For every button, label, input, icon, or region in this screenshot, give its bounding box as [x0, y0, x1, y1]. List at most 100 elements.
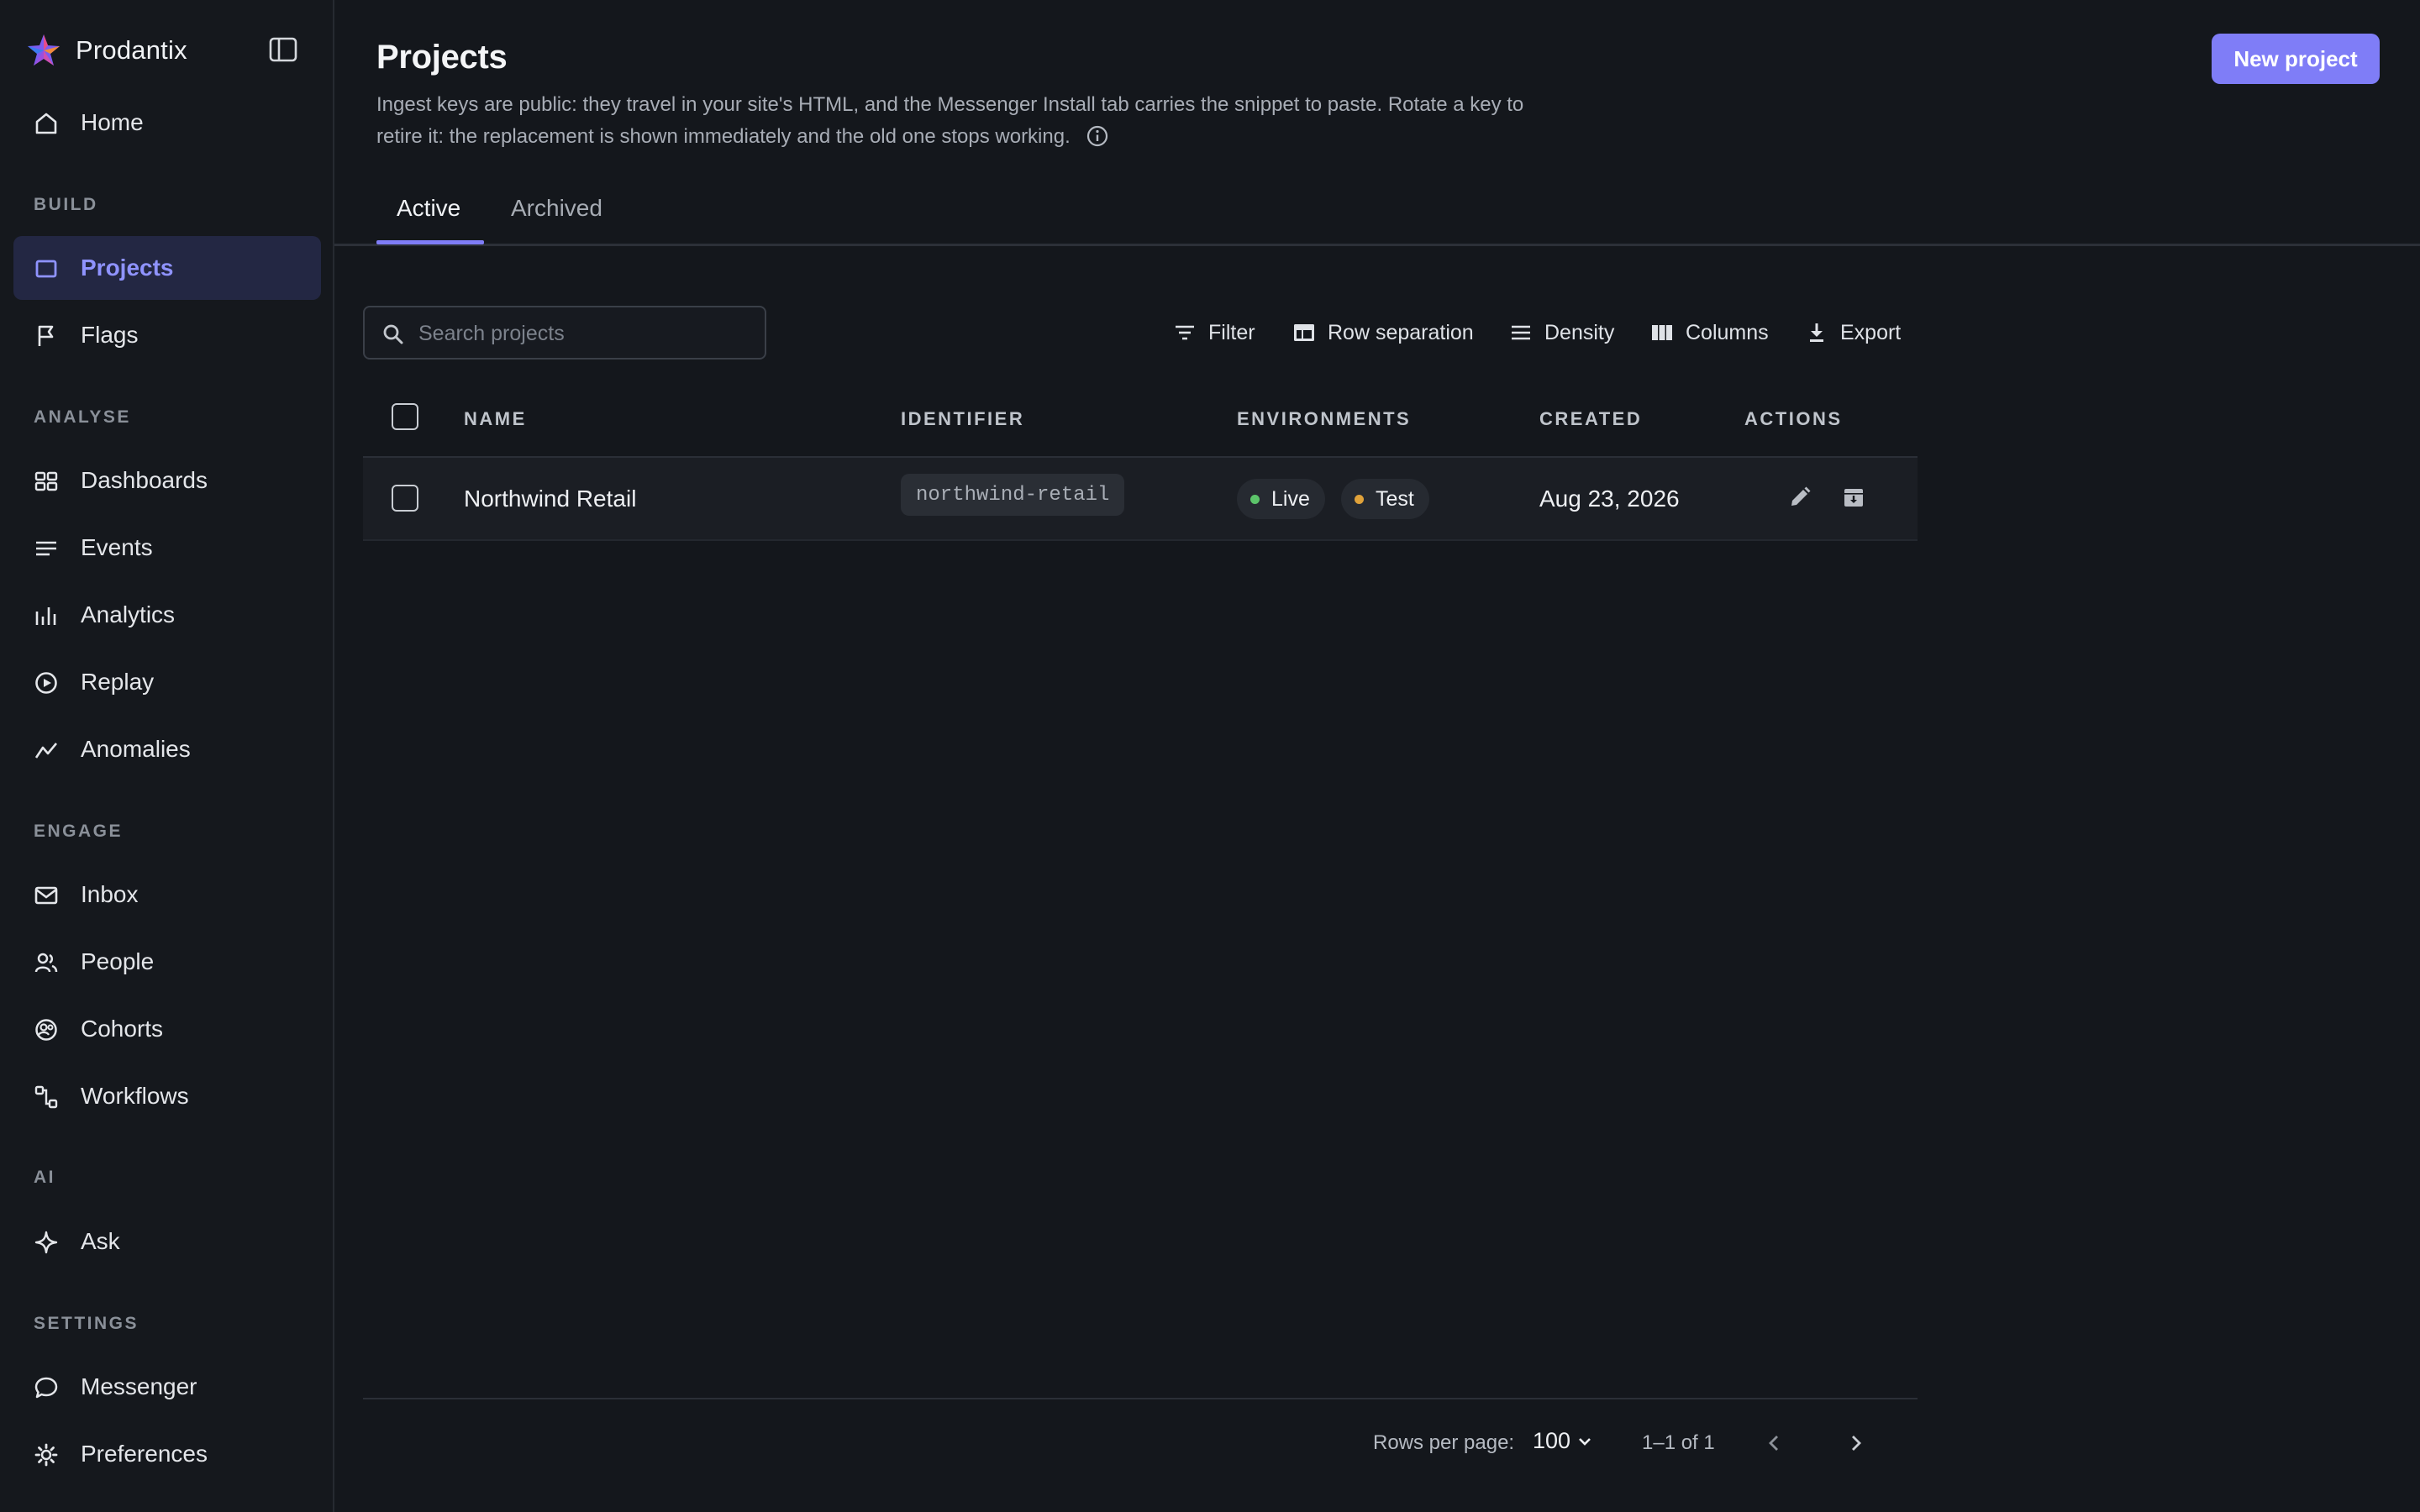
sidebar-item-ask[interactable]: Ask: [13, 1210, 321, 1273]
column-header-environments[interactable]: ENVIRONMENTS: [1237, 408, 1411, 430]
sidebar-item-inbox[interactable]: Inbox: [13, 863, 321, 927]
select-all-checkbox[interactable]: [392, 403, 418, 430]
sidebar-item-projects[interactable]: Projects: [13, 236, 321, 300]
rows-per-page-value: 100: [1533, 1428, 1571, 1453]
tab-archived[interactable]: Archived: [511, 195, 602, 222]
search-icon: [383, 324, 403, 344]
tab-active[interactable]: Active: [397, 195, 460, 222]
column-header-name[interactable]: NAME: [464, 408, 527, 430]
sidebar-item-label: Flags: [81, 322, 139, 348]
sidebar-item-dashboards[interactable]: Dashboards: [13, 449, 321, 512]
page-description: Ingest keys are public: they travel in y…: [376, 89, 1570, 153]
bar-chart-icon: [34, 603, 59, 628]
environment-chip-live: Live: [1237, 479, 1325, 519]
sidebar-item-label: People: [81, 948, 155, 974]
sidebar-item-label: Inbox: [81, 881, 139, 907]
columns-icon: [1652, 325, 1672, 340]
table-row-divider: [363, 539, 1918, 541]
next-page-button[interactable]: [1842, 1430, 1869, 1457]
sidebar-item-messenger[interactable]: Messenger: [13, 1355, 321, 1419]
sidebar-item-label: Cohorts: [81, 1016, 164, 1042]
status-dot: [1250, 494, 1260, 504]
sidebar-item-events[interactable]: Events: [13, 516, 321, 580]
filter-icon: [1176, 325, 1194, 340]
play-circle-icon: [34, 670, 59, 696]
filter-label: Filter: [1208, 320, 1255, 344]
dashboard-icon: [34, 469, 59, 494]
page-description-text: Ingest keys are public: they travel in y…: [376, 93, 1524, 148]
sidebar-item-label: Analytics: [81, 601, 176, 627]
density-button[interactable]: Density: [1509, 318, 1614, 348]
sidebar-item-preferences[interactable]: Preferences: [13, 1422, 321, 1486]
previous-page-button[interactable]: [1761, 1430, 1788, 1457]
app-name: Prodantix: [76, 35, 187, 65]
column-header-identifier[interactable]: IDENTIFIER: [901, 408, 1024, 430]
density-icon: [1512, 325, 1530, 340]
column-header-actions: ACTIONS: [1744, 408, 1843, 429]
info-icon[interactable]: [1086, 124, 1109, 148]
columns-label: Columns: [1686, 320, 1769, 344]
section-label-analyse: ANALYSE: [34, 407, 131, 427]
tabs-divider: [334, 244, 2420, 246]
section-label-build: BUILD: [34, 195, 98, 214]
table-footer-divider: [363, 1398, 1918, 1399]
sidebar-item-cohorts[interactable]: Cohorts: [13, 997, 321, 1061]
sparkle-icon: [34, 1230, 59, 1255]
section-label-ai: AI: [34, 1168, 55, 1187]
project-identifier-chip: northwind-retail: [901, 474, 1125, 516]
section-label-engage: ENGAGE: [34, 822, 124, 841]
density-label: Density: [1544, 320, 1615, 344]
columns-button[interactable]: Columns: [1650, 318, 1769, 348]
sidebar-item-flags[interactable]: Flags: [13, 303, 321, 367]
sidebar-item-label: Dashboards: [81, 467, 208, 493]
pagination-range: 1–1 of 1: [1642, 1431, 1715, 1454]
flag-icon: [34, 323, 59, 349]
square-icon: [34, 256, 59, 281]
home-icon: [34, 111, 59, 136]
brand[interactable]: Prodantix: [25, 30, 187, 71]
archive-project-button[interactable]: [1840, 484, 1867, 511]
list-icon: [34, 536, 59, 561]
edit-project-button[interactable]: [1786, 484, 1813, 511]
archive-icon: [1844, 489, 1863, 507]
search-field[interactable]: [363, 306, 766, 360]
environment-chip-test: Test: [1341, 479, 1429, 519]
sidebar-item-label: Replay: [81, 669, 155, 695]
sidebar-item-home[interactable]: Home: [13, 91, 321, 155]
sidebar-item-label: Workflows: [81, 1083, 189, 1109]
sidebar-item-label: Preferences: [81, 1441, 208, 1467]
export-button[interactable]: Export: [1805, 318, 1901, 348]
sidebar-item-workflows[interactable]: Workflows: [13, 1064, 321, 1128]
new-project-button[interactable]: New project: [2212, 34, 2380, 84]
column-header-created[interactable]: CREATED: [1539, 408, 1642, 430]
sidebar: Prodantix Home BUILD Projects Flags ANAL…: [0, 0, 334, 1512]
environment-label: Test: [1376, 486, 1414, 511]
active-tab-indicator: [376, 240, 484, 244]
sidebar-item-replay[interactable]: Replay: [13, 650, 321, 714]
gear-icon: [34, 1442, 59, 1467]
chevron-right-icon: [1852, 1436, 1861, 1451]
trend-line-icon: [34, 738, 59, 763]
pencil-icon: [1791, 486, 1811, 506]
sidebar-item-analytics[interactable]: Analytics: [13, 583, 321, 647]
sidebar-item-people[interactable]: People: [13, 930, 321, 994]
sidebar-toggle-button[interactable]: [267, 35, 299, 64]
sidebar-toggle-icon: [269, 37, 297, 62]
row-separation-button[interactable]: Row separation: [1292, 318, 1474, 348]
sidebar-item-label: Anomalies: [81, 736, 191, 762]
search-input[interactable]: [418, 319, 755, 348]
status-dot: [1355, 494, 1364, 504]
prodantix-logo-icon: [28, 34, 60, 66]
page-title: Projects: [376, 39, 508, 76]
mail-icon: [34, 883, 59, 908]
sidebar-item-label: Ask: [81, 1228, 120, 1254]
sidebar-item-anomalies[interactable]: Anomalies: [13, 717, 321, 781]
row-checkbox[interactable]: [392, 485, 418, 512]
project-name[interactable]: Northwind Retail: [464, 486, 636, 512]
environment-label: Live: [1271, 486, 1310, 511]
rows-per-page-label: Rows per page:: [1373, 1431, 1515, 1454]
sidebar-item-label: Events: [81, 534, 153, 560]
rows-per-page-select[interactable]: 100: [1533, 1428, 1594, 1454]
download-icon: [1810, 323, 1823, 342]
filter-button[interactable]: Filter: [1173, 318, 1255, 348]
